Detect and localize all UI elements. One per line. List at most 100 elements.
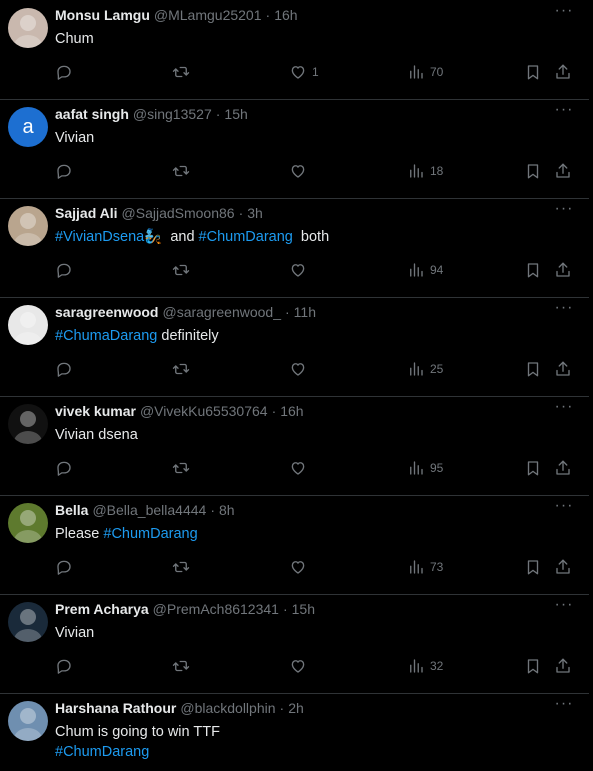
reply-button[interactable]	[55, 62, 73, 82]
views-icon	[410, 659, 423, 673]
bookmark-button[interactable]	[524, 161, 542, 181]
views-button[interactable]: 94	[407, 260, 443, 280]
retweet-button[interactable]	[172, 656, 190, 676]
timestamp[interactable]: 15h	[292, 601, 315, 617]
views-button[interactable]: 25	[407, 359, 443, 379]
tweet[interactable]: saragreenwood @saragreenwood_ · 11h ··· #Chum…	[0, 297, 589, 397]
retweet-button[interactable]	[172, 458, 190, 478]
hashtag-link[interactable]: #ChumDarang	[55, 744, 149, 760]
like-button[interactable]	[289, 161, 312, 181]
views-button[interactable]: 95	[407, 458, 443, 478]
retweet-button[interactable]	[172, 557, 190, 577]
hashtag-link[interactable]: #VivianDsena🧞	[55, 229, 162, 245]
hashtag-link[interactable]: #ChumDarang	[103, 526, 197, 542]
more-icon[interactable]: ···	[552, 696, 576, 716]
retweet-button[interactable]	[172, 260, 190, 280]
retweet-button[interactable]	[172, 161, 190, 181]
user-handle[interactable]: @MLamgu25201	[154, 7, 262, 23]
more-icon[interactable]: ···	[552, 597, 576, 617]
bookmark-button[interactable]	[524, 260, 542, 280]
like-button[interactable]	[289, 260, 312, 280]
tweet[interactable]: Monsu Lamgu @MLamgu25201 · 16h ··· Chum 1 70	[0, 0, 589, 100]
views-button[interactable]: 32	[407, 656, 443, 676]
reply-button[interactable]	[55, 161, 73, 181]
user-handle[interactable]: @SajjadSmoon86	[122, 205, 235, 221]
avatar[interactable]	[8, 8, 48, 48]
tweet[interactable]: Sajjad Ali @SajjadSmoon86 · 3h ··· #VivianDse…	[0, 198, 589, 298]
more-icon[interactable]: ···	[552, 102, 576, 122]
more-icon[interactable]: ···	[552, 3, 576, 23]
share-button[interactable]	[554, 260, 572, 280]
like-button[interactable]	[289, 359, 312, 379]
reply-button[interactable]	[55, 359, 73, 379]
tweet[interactable]: vivek kumar @VivekKu65530764 · 16h ··· Vivian…	[0, 396, 589, 496]
reply-icon	[57, 659, 71, 674]
reply-button[interactable]	[55, 260, 73, 280]
bookmark-button[interactable]	[524, 359, 542, 379]
bookmark-button[interactable]	[524, 557, 542, 577]
reply-button[interactable]	[55, 458, 73, 478]
avatar[interactable]: a	[8, 107, 48, 147]
like-button[interactable]	[289, 656, 312, 676]
user-handle[interactable]: @PremAch8612341	[153, 601, 279, 617]
tweet[interactable]: Prem Acharya @PremAch8612341 · 15h ··· Vivian…	[0, 594, 589, 694]
user-handle[interactable]: @saragreenwood_	[162, 304, 281, 320]
timestamp[interactable]: 8h	[219, 502, 235, 518]
avatar[interactable]	[8, 503, 48, 543]
hashtag-link[interactable]: #ChumaDarang	[55, 328, 157, 344]
share-button[interactable]	[554, 62, 572, 82]
timestamp[interactable]: 11h	[294, 304, 316, 320]
avatar[interactable]	[8, 602, 48, 642]
hashtag-link[interactable]: #ChumDarang	[199, 229, 293, 245]
more-icon[interactable]: ···	[552, 399, 576, 419]
text-segment: Chum	[55, 31, 94, 47]
views-button[interactable]: 73	[407, 557, 443, 577]
display-name[interactable]: Prem Acharya	[55, 601, 149, 617]
share-button[interactable]	[554, 458, 572, 478]
display-name[interactable]: saragreenwood	[55, 304, 158, 320]
display-name[interactable]: Monsu Lamgu	[55, 7, 150, 23]
more-icon[interactable]: ···	[552, 300, 576, 320]
like-button[interactable]: 1	[289, 62, 319, 82]
display-name[interactable]: Harshana Rathour	[55, 700, 176, 716]
bookmark-button[interactable]	[524, 458, 542, 478]
avatar[interactable]	[8, 404, 48, 444]
view-count: 18	[430, 164, 444, 178]
timestamp[interactable]: 3h	[247, 205, 263, 221]
timestamp[interactable]: 16h	[280, 403, 303, 419]
reply-button[interactable]	[55, 656, 73, 676]
display-name[interactable]: vivek kumar	[55, 403, 136, 419]
share-button[interactable]	[554, 359, 572, 379]
tweet[interactable]: Harshana Rathour @blackdollphin · 2h ··· Chum…	[0, 693, 589, 771]
timestamp[interactable]: 2h	[288, 700, 304, 716]
bookmark-button[interactable]	[524, 656, 542, 676]
timestamp[interactable]: 16h	[274, 7, 297, 23]
display-name[interactable]: aafat singh	[55, 106, 129, 122]
views-button[interactable]: 70	[407, 62, 443, 82]
bookmark-button[interactable]	[524, 62, 542, 82]
avatar[interactable]	[8, 206, 48, 246]
share-button[interactable]	[554, 161, 572, 181]
avatar[interactable]	[8, 305, 48, 345]
user-handle[interactable]: @sing13527	[133, 106, 212, 122]
user-handle[interactable]: @blackdollphin	[180, 700, 275, 716]
tweet[interactable]: a aafat singh @sing13527 · 15h ··· Vivian 18	[0, 99, 589, 199]
views-button[interactable]: 18	[407, 161, 443, 181]
views-icon	[410, 164, 423, 178]
user-handle[interactable]: @VivekKu65530764	[140, 403, 268, 419]
avatar[interactable]	[8, 701, 48, 741]
retweet-button[interactable]	[172, 359, 190, 379]
display-name[interactable]: Sajjad Ali	[55, 205, 118, 221]
like-button[interactable]	[289, 557, 312, 577]
more-icon[interactable]: ···	[552, 201, 576, 221]
user-handle[interactable]: @Bella_bella4444	[92, 502, 206, 518]
retweet-button[interactable]	[172, 62, 190, 82]
more-icon[interactable]: ···	[552, 498, 576, 518]
display-name[interactable]: Bella	[55, 502, 88, 518]
share-button[interactable]	[554, 656, 572, 676]
reply-button[interactable]	[55, 557, 73, 577]
share-button[interactable]	[554, 557, 572, 577]
timestamp[interactable]: 15h	[224, 106, 247, 122]
tweet[interactable]: Bella @Bella_bella4444 · 8h ··· Please #ChumD…	[0, 495, 589, 595]
like-button[interactable]	[289, 458, 312, 478]
